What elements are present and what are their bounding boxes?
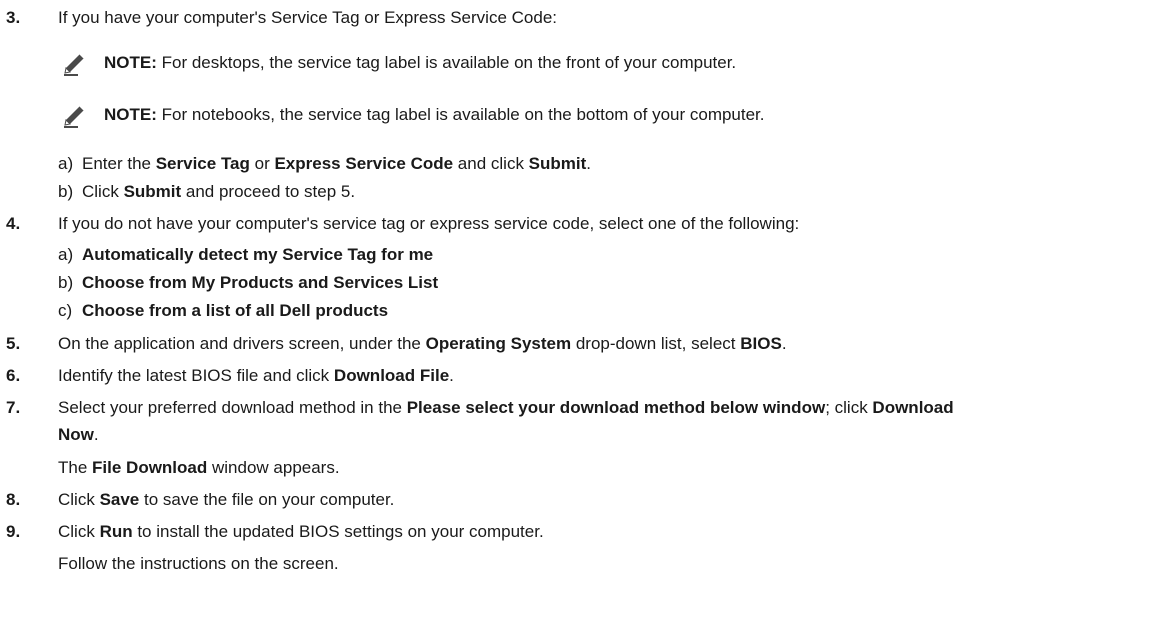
substep-text: Click Submit and proceed to step 5. bbox=[82, 182, 356, 201]
substep-letter: b) bbox=[58, 182, 74, 201]
substep-letter: b) bbox=[58, 273, 74, 292]
step-number: 3. bbox=[6, 8, 21, 27]
pencil-note-icon bbox=[64, 53, 85, 76]
substep-text: Enter the Service Tag or Express Service… bbox=[82, 154, 592, 173]
step-text: Click Save to save the file on your comp… bbox=[58, 490, 395, 509]
step-number: 9. bbox=[6, 522, 21, 541]
note-label: NOTE: bbox=[104, 53, 157, 72]
step-number: 7. bbox=[6, 398, 21, 417]
note-text: NOTE: For desktops, the service tag labe… bbox=[104, 53, 737, 72]
substep-text: Choose from My Products and Services Lis… bbox=[82, 273, 439, 292]
substep-letter: c) bbox=[58, 301, 73, 320]
step-text: Select your preferred download method in… bbox=[58, 398, 954, 417]
substep-letter: a) bbox=[58, 245, 74, 264]
step-text: On the application and drivers screen, u… bbox=[58, 334, 787, 353]
step-number: 6. bbox=[6, 366, 21, 385]
step-text: Identify the latest BIOS file and click … bbox=[58, 366, 454, 385]
step-text: If you do not have your computer's servi… bbox=[58, 214, 800, 233]
substep-letter: a) bbox=[58, 154, 74, 173]
pencil-note-icon bbox=[64, 105, 85, 128]
substep-text: Choose from a list of all Dell products bbox=[82, 301, 389, 320]
step-number: 8. bbox=[6, 490, 21, 509]
note-label: NOTE: bbox=[104, 105, 157, 124]
step-number: 4. bbox=[6, 214, 21, 233]
step-text: Now. bbox=[58, 425, 99, 444]
step-text: Click Run to install the updated BIOS se… bbox=[58, 522, 544, 541]
step-text: If you have your computer's Service Tag … bbox=[58, 8, 557, 27]
step-number: 5. bbox=[6, 334, 21, 353]
substep-text: Automatically detect my Service Tag for … bbox=[82, 245, 434, 264]
step-result: Follow the instructions on the screen. bbox=[58, 554, 339, 573]
note-text: NOTE: For notebooks, the service tag lab… bbox=[104, 105, 765, 124]
step-result: The File Download window appears. bbox=[58, 458, 340, 477]
